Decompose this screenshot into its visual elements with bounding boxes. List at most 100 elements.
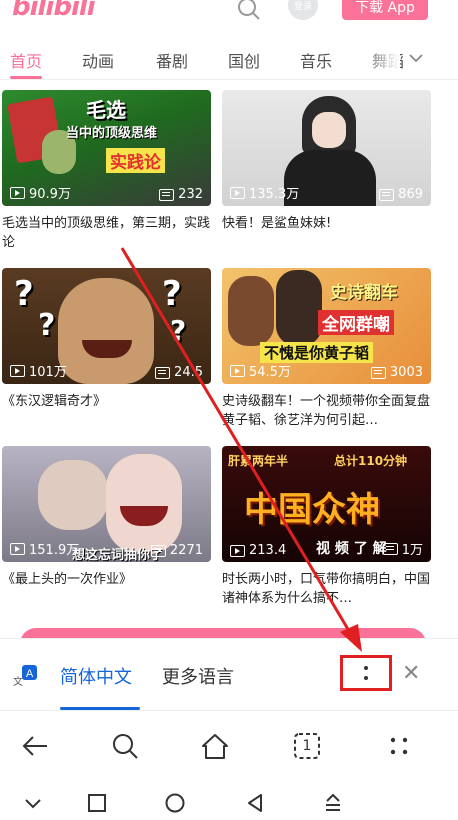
video-title[interactable]: 《最上头的一次作业》: [2, 570, 211, 608]
video-thumbnail[interactable]: 想这忘词抽你了 151.9万 2271: [2, 446, 211, 562]
video-card[interactable]: 肝累两年半 总计110分钟 中国众神 视 频 了 解 213.4 1万 时长两小…: [222, 446, 431, 608]
view-count: 135.3万: [230, 183, 299, 202]
translate-icon-letter: A: [26, 668, 34, 680]
question-mark-graphic: ?: [14, 274, 34, 314]
translate-more-options-button[interactable]: [340, 655, 392, 691]
question-mark-graphic: ?: [162, 274, 182, 314]
tabs-count: 1: [302, 738, 312, 754]
tab-home[interactable]: 首页: [10, 48, 42, 72]
thumb-overlay-text: 想这忘词抽你了: [72, 548, 164, 562]
laughing-man-graphic: [58, 278, 154, 384]
face-graphic: [106, 454, 182, 554]
view-count: 213.4: [230, 543, 286, 558]
translate-icon-glyph: 文: [13, 675, 23, 687]
danmaku-count-label: 2271: [169, 543, 203, 558]
thumb-overlay-text: 中国众神: [244, 490, 380, 530]
view-count-label: 90.9万: [29, 187, 71, 202]
video-title[interactable]: 史诗级翻车！一个视频带你全面复盘黄子韬、徐艺洋为何引起…: [222, 392, 431, 430]
thumb-overlay-text: 不愧是你黄子韬: [260, 342, 374, 363]
back-triangle-icon[interactable]: [244, 792, 266, 814]
thumb-overlay-text: 全网群嘲: [318, 310, 394, 335]
character-face-graphic: [312, 112, 346, 148]
tabs-switcher-button[interactable]: 1: [292, 731, 322, 761]
danmaku-count: 2271: [150, 543, 203, 558]
more-vertical-icon: [364, 666, 368, 680]
danmaku-count-label: 232: [178, 187, 203, 202]
view-count-label: 135.3万: [249, 187, 300, 202]
hide-keyboard-chevron-icon[interactable]: [22, 792, 44, 814]
video-thumbnail[interactable]: 史诗翻车 全网群嘲 不愧是你黄子韬 54.5万 3003: [222, 268, 431, 384]
recents-square-icon[interactable]: [86, 792, 108, 814]
video-card[interactable]: 想这忘词抽你了 151.9万 2271 《最上头的一次作业》: [2, 446, 211, 608]
view-count-label: 101万: [29, 365, 67, 380]
danmaku-icon: [150, 544, 166, 557]
category-tabs: 首页 动画 番剧 国创 音乐 舞蹈: [0, 40, 458, 80]
view-count: 151.9万: [10, 539, 79, 558]
play-count-icon: [230, 364, 245, 377]
chevron-down-icon[interactable]: [408, 50, 424, 66]
question-mark-graphic: ?: [170, 314, 187, 347]
search-icon[interactable]: [110, 731, 140, 761]
upload-tray-icon[interactable]: [322, 792, 344, 814]
danmaku-icon: [155, 366, 171, 379]
video-title[interactable]: 快看！是鲨鱼妹妹!: [222, 214, 431, 252]
translate-icon[interactable]: A 文: [12, 665, 38, 687]
translate-bar: A 文 简体中文 更多语言 ✕: [0, 638, 458, 710]
person-graphic: [276, 270, 322, 346]
video-title[interactable]: 毛选当中的顶级思维，第三期，实践论: [2, 214, 211, 252]
video-card[interactable]: 史诗翻车 全网群嘲 不愧是你黄子韬 54.5万 3003 史诗级翻车！一个视频带…: [222, 268, 431, 430]
danmaku-count-label: 1万: [401, 543, 423, 558]
play-count-icon: [10, 364, 25, 377]
tab-fade: [360, 40, 400, 78]
tab-music[interactable]: 音乐: [300, 48, 332, 72]
more-menu-icon[interactable]: [384, 731, 414, 761]
login-avatar[interactable]: 登录: [288, 0, 318, 20]
video-card[interactable]: 毛选 当中的顶级思维 实践论 90.9万 232 毛选当中的顶级思维，第三期，实…: [2, 90, 211, 252]
home-circle-icon[interactable]: [164, 792, 186, 814]
question-mark-graphic: ?: [38, 308, 56, 343]
language-tab-more[interactable]: 更多语言: [162, 663, 234, 689]
video-thumbnail[interactable]: ? ? ? ? 101万 24.5: [2, 268, 211, 384]
video-title[interactable]: 时长两小时，口气带你搞明白，中国诸神体系为什么搞不…: [222, 570, 431, 608]
view-count-label: 213.4: [249, 543, 287, 558]
tab-bangumi[interactable]: 番剧: [156, 48, 188, 72]
tab-guochuang[interactable]: 国创: [228, 48, 260, 72]
danmaku-icon: [379, 188, 395, 201]
back-arrow-icon[interactable]: [20, 731, 50, 761]
bilibili-logo[interactable]: bilibili: [12, 0, 96, 22]
search-icon[interactable]: [236, 0, 262, 22]
view-count: 90.9万: [10, 183, 71, 202]
thumb-overlay-text: 总计110分钟: [334, 454, 408, 468]
view-count-label: 54.5万: [249, 365, 291, 380]
danmaku-count: 3003: [370, 365, 423, 380]
close-translate-button[interactable]: ✕: [402, 661, 420, 686]
danmaku-icon: [159, 188, 175, 201]
video-title[interactable]: 《东汉逻辑奇才》: [2, 392, 211, 430]
thumb-overlay-text: 当中的顶级思维: [66, 126, 158, 141]
danmaku-count: 869: [379, 187, 423, 202]
view-count: 54.5万: [230, 361, 291, 380]
download-app-button[interactable]: 下载 App: [342, 0, 428, 20]
home-icon[interactable]: [200, 731, 230, 761]
video-card[interactable]: ? ? ? ? 101万 24.5 《东汉逻辑奇才》: [2, 268, 211, 430]
danmaku-count: 1万: [382, 539, 423, 558]
tab-anime[interactable]: 动画: [82, 48, 114, 72]
video-card[interactable]: 135.3万 869 快看！是鲨鱼妹妹!: [222, 90, 431, 252]
video-thumbnail[interactable]: 毛选 当中的顶级思维 实践论 90.9万 232: [2, 90, 211, 206]
view-count: 101万: [10, 361, 67, 380]
video-thumbnail[interactable]: 肝累两年半 总计110分钟 中国众神 视 频 了 解 213.4 1万: [222, 446, 431, 562]
thumb-overlay-text: 史诗翻车: [330, 283, 398, 303]
thumb-overlay-text: 实践论: [106, 148, 165, 173]
active-tab-indicator: [10, 76, 42, 79]
system-navigation-bar: [0, 780, 458, 820]
danmaku-count: 232: [159, 187, 203, 202]
play-count-icon: [10, 542, 25, 555]
thumb-overlay-text: 肝累两年半: [228, 454, 289, 468]
danmaku-count: 24.5: [155, 365, 203, 380]
language-tab-simplified-chinese[interactable]: 简体中文: [60, 663, 132, 689]
play-count-icon: [230, 544, 245, 557]
face-graphic: [38, 460, 108, 530]
play-count-icon: [10, 186, 25, 199]
login-label: 登录: [293, 1, 312, 12]
video-thumbnail[interactable]: 135.3万 869: [222, 90, 431, 206]
